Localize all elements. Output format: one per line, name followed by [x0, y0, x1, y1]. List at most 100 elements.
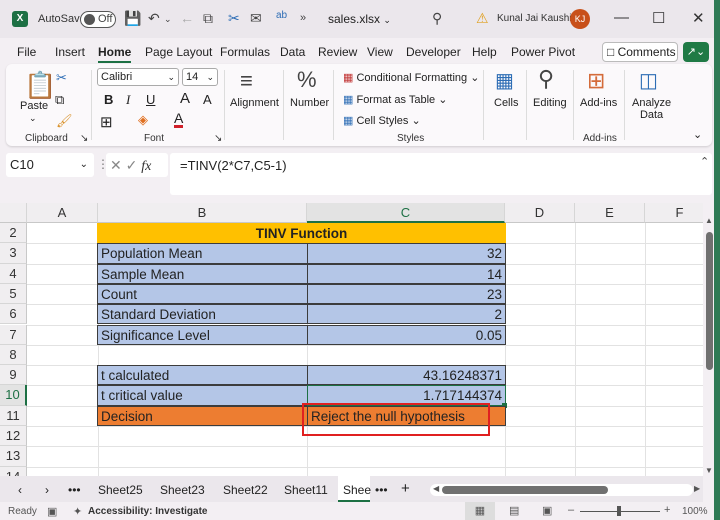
spelling-icon[interactable]: ab	[276, 10, 287, 21]
column-header-b[interactable]: B	[98, 203, 307, 223]
decision-label-cell[interactable]: Decision	[97, 405, 308, 426]
editing-button[interactable]: Editing	[533, 97, 567, 109]
copy-icon[interactable]: ⧉	[203, 10, 213, 27]
fill-color-icon[interactable]: ◈	[138, 112, 148, 128]
alignment-icon[interactable]: ≡	[240, 68, 253, 94]
row-header-3[interactable]: 3	[0, 243, 27, 264]
cell-styles-button[interactable]: ▦ Cell Styles ⌄	[343, 114, 421, 127]
undo-dropdown-icon[interactable]: ⌄	[164, 14, 172, 25]
tab-file[interactable]: File	[17, 45, 36, 59]
conditional-formatting-button[interactable]: ▦ Conditional Formatting ⌄	[343, 71, 479, 84]
format-as-table-button[interactable]: ▦ Format as Table ⌄	[343, 93, 447, 106]
avatar[interactable]: KJ	[570, 9, 590, 29]
label-cell[interactable]: t critical value	[97, 385, 308, 406]
percent-icon[interactable]: %	[297, 67, 317, 93]
zoom-out-icon[interactable]: –	[568, 504, 574, 516]
label-cell[interactable]: t calculated	[97, 365, 308, 386]
decrease-font-button[interactable]: A	[203, 92, 212, 107]
row-header-6[interactable]: 6	[0, 304, 27, 325]
zoom-level[interactable]: 100%	[682, 506, 708, 517]
expand-formula-bar-icon[interactable]: ⌃	[700, 155, 709, 168]
add-sheet-icon[interactable]: +	[401, 480, 410, 497]
value-cell[interactable]: 32	[307, 243, 506, 264]
scroll-left-icon[interactable]: ◀	[433, 484, 439, 493]
value-cell[interactable]: 0.05	[307, 324, 506, 345]
font-color-icon[interactable]: A	[174, 111, 184, 128]
tab-data[interactable]: Data	[280, 45, 305, 59]
tab-home[interactable]: Home	[98, 45, 132, 63]
label-cell[interactable]: Sample Mean	[97, 263, 308, 284]
sheet-tab[interactable]: Sheet11	[284, 483, 328, 497]
column-header-f[interactable]: F	[645, 203, 703, 223]
more-sheets-icon[interactable]: •••	[375, 483, 388, 497]
label-cell[interactable]: Standard Deviation	[97, 304, 308, 325]
paste-button[interactable]: Paste	[20, 100, 48, 112]
font-size-select[interactable]: 14 ⌄	[182, 68, 218, 86]
tab-power-pivot[interactable]: Power Pivot	[511, 45, 575, 59]
value-cell[interactable]: 23	[307, 283, 506, 305]
dialog-launcher-icon[interactable]: ↘	[214, 133, 222, 144]
more-sheets-icon[interactable]: •••	[68, 483, 81, 497]
search-icon[interactable]: ⚲	[432, 10, 442, 27]
tab-review[interactable]: Review	[318, 45, 357, 59]
paste-dropdown-icon[interactable]: ⌄	[29, 113, 37, 124]
column-header-d[interactable]: D	[505, 203, 575, 223]
zoom-slider-thumb[interactable]	[617, 506, 621, 516]
value-cell[interactable]: 43.16248371	[307, 365, 506, 386]
dialog-launcher-icon[interactable]: ↘	[80, 133, 88, 144]
row-header-2[interactable]: 2	[0, 223, 27, 244]
analyze-data-button[interactable]: Analyze Data	[632, 97, 671, 121]
addins-button[interactable]: Add-ins	[580, 97, 617, 109]
prev-sheet-icon[interactable]: ‹	[18, 483, 22, 497]
alignment-button[interactable]: Alignment	[230, 97, 279, 109]
share-button[interactable]: ↗⌄	[683, 42, 709, 62]
tab-page-layout[interactable]: Page Layout	[145, 45, 212, 59]
search-editing-icon[interactable]: ⚲	[538, 66, 554, 92]
row-header-7[interactable]: 7	[0, 324, 27, 345]
row-header-12[interactable]: 12	[0, 426, 27, 447]
back-arrow-icon[interactable]: ←	[180, 10, 194, 26]
collapse-ribbon-icon[interactable]: ⌄	[693, 128, 702, 141]
horizontal-scroll-thumb[interactable]	[442, 486, 608, 494]
value-cell[interactable]: 14	[307, 263, 506, 284]
row-header-11[interactable]: 11	[0, 405, 27, 426]
row-header-9[interactable]: 9	[0, 365, 27, 386]
underline-button[interactable]: U	[146, 92, 155, 107]
value-cell[interactable]: 2	[307, 304, 506, 325]
sheet-tab[interactable]: Sheet22	[223, 483, 268, 497]
cells-button[interactable]: Cells	[494, 97, 518, 109]
comments-button[interactable]: □ Comments	[602, 42, 678, 62]
analyze-data-icon[interactable]: ◫	[639, 68, 658, 93]
paste-icon[interactable]: 📋	[24, 70, 56, 101]
vertical-scroll-thumb[interactable]	[706, 232, 713, 370]
column-header-c[interactable]: C	[307, 203, 505, 223]
cancel-icon[interactable]: ✕	[110, 157, 122, 173]
next-sheet-icon[interactable]: ›	[45, 483, 49, 497]
row-header-14[interactable]: 14	[0, 466, 27, 476]
scroll-right-icon[interactable]: ▶	[694, 484, 700, 493]
row-header-4[interactable]: 4	[0, 263, 27, 284]
tab-help[interactable]: Help	[472, 45, 497, 59]
sheet-tab[interactable]: Sheet23	[160, 483, 205, 497]
row-header-5[interactable]: 5	[0, 283, 27, 305]
borders-icon[interactable]: ⊞	[100, 113, 113, 131]
name-box[interactable]: C10 ⌄	[6, 153, 94, 177]
enter-icon[interactable]: ✓	[126, 157, 138, 173]
formula-input[interactable]: =TINV(2*C7,C5-1)	[170, 153, 712, 195]
number-button[interactable]: Number	[290, 97, 329, 109]
tab-insert[interactable]: Insert	[55, 45, 85, 59]
column-header-a[interactable]: A	[27, 203, 98, 223]
file-name[interactable]: sales.xlsx ⌄	[328, 12, 391, 26]
row-header-10[interactable]: 10	[0, 385, 27, 406]
tab-developer[interactable]: Developer	[406, 45, 461, 59]
font-name-select[interactable]: Calibri ⌄	[97, 68, 179, 86]
scroll-up-icon[interactable]: ▲	[705, 216, 713, 225]
format-painter-icon[interactable]: 🖌	[56, 113, 73, 129]
tab-formulas[interactable]: Formulas	[220, 45, 270, 59]
page-break-view-icon[interactable]: ▣	[542, 504, 552, 517]
close-icon[interactable]: ✕	[692, 9, 705, 27]
macro-record-icon[interactable]: ▣	[47, 505, 57, 518]
row-header-8[interactable]: 8	[0, 344, 27, 366]
label-cell[interactable]: Significance Level	[97, 324, 308, 345]
label-cell[interactable]: Count	[97, 283, 308, 305]
